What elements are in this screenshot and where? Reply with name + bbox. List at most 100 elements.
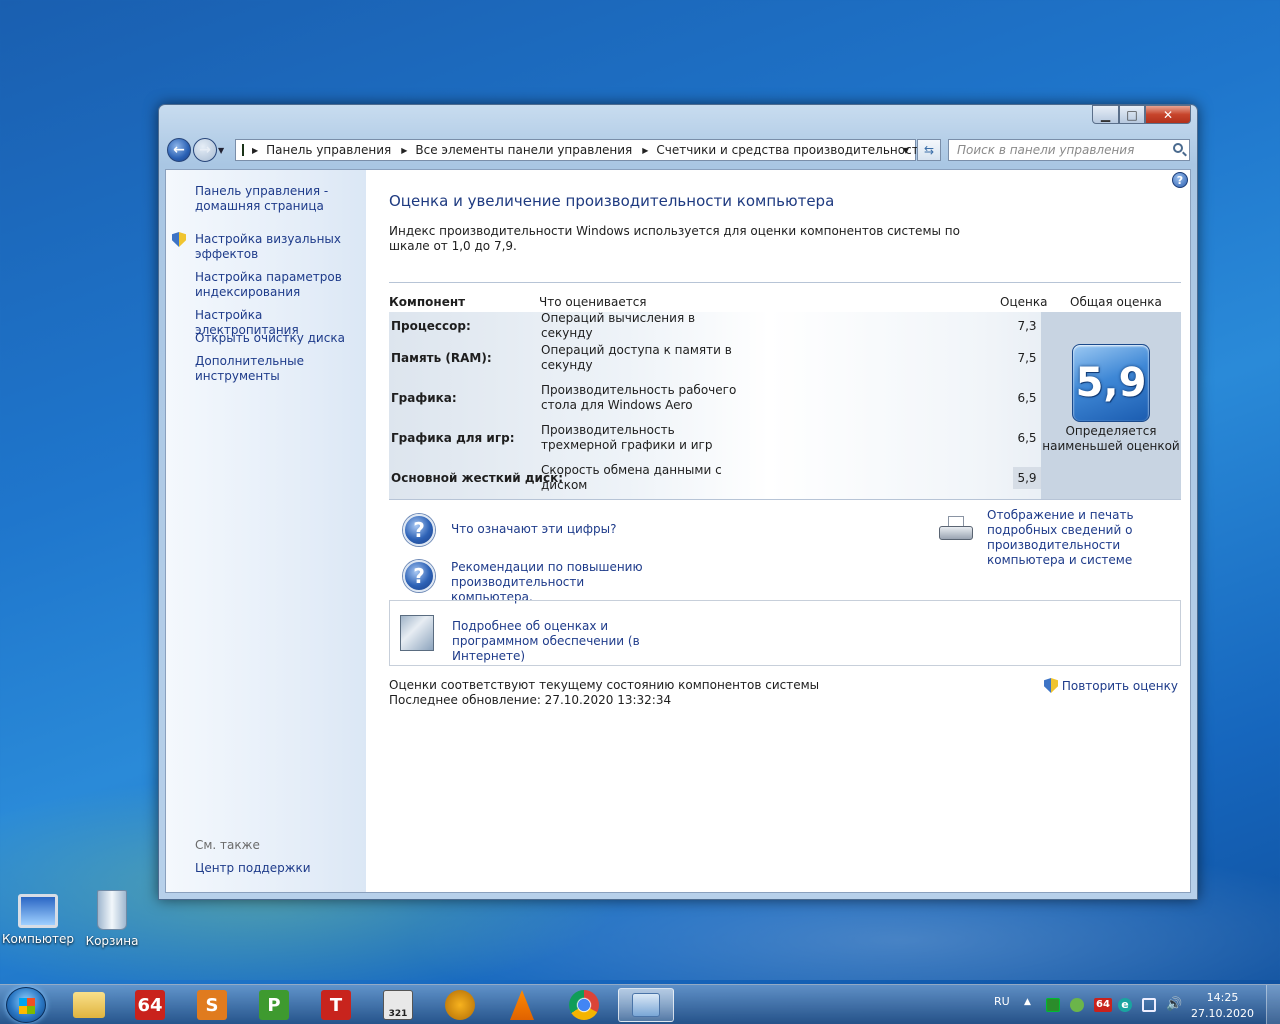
sidebar-item-home[interactable]: Панель управления - домашняя страница [195, 184, 355, 214]
breadcrumb-arrow-icon[interactable]: ▶ [252, 146, 258, 155]
component-metric: Операций вычисления в секунду [541, 311, 696, 340]
uac-shield-icon [172, 232, 186, 247]
taskbar-explorer[interactable] [61, 988, 117, 1022]
component-name: Процессор: [391, 319, 471, 333]
overall-score-panel: 5,9 Определяется наименьшей оценкой [1041, 312, 1181, 500]
clock[interactable]: 14:25 27.10.2020 [1191, 990, 1254, 1022]
language-indicator[interactable]: RU [994, 995, 1010, 1008]
rerun-assessment-label: Повторить оценку [1061, 679, 1178, 693]
action-center-flag-icon[interactable] [1142, 998, 1156, 1012]
app-t-icon: T [321, 990, 351, 1020]
desktop-icon-computer[interactable]: Компьютер [0, 890, 76, 946]
online-info-link[interactable]: Подробнее об оценках и программном обесп… [452, 619, 692, 664]
security-icon[interactable] [1070, 998, 1084, 1012]
online-info-box: Подробнее об оценках и программном обесп… [389, 600, 1181, 666]
component-score: 7,3 [1017, 319, 1037, 333]
last-update: Последнее обновление: 27.10.2020 13:32:3… [389, 693, 672, 707]
breadcrumb-control-panel[interactable]: Панель управления [266, 143, 391, 157]
address-dropdown-icon[interactable]: ▼ [903, 146, 909, 155]
close-button[interactable]: ✕ [1145, 105, 1191, 124]
sidebar-item-label: Открыть очистку диска [195, 331, 345, 345]
tips-link[interactable]: Рекомендации по повышению производительн… [451, 560, 661, 605]
aida64-tray-icon[interactable]: 64 [1094, 998, 1112, 1012]
taskbar-media-321[interactable]: 321 [370, 988, 426, 1022]
app-s-icon: S [197, 990, 227, 1020]
computer-icon [18, 894, 58, 928]
sidebar-item-advanced-tools[interactable]: Дополнительные инструменты [195, 354, 355, 384]
clock-date: 27.10.2020 [1191, 1007, 1254, 1020]
breadcrumb-arrow-icon[interactable]: ▶ [642, 146, 648, 155]
component-name: Графика: [391, 391, 457, 405]
network-activity-icon[interactable] [1046, 998, 1060, 1012]
tray-expand-icon[interactable]: ▲ [1024, 997, 1031, 1007]
see-also-heading: См. также [195, 838, 260, 852]
sidebar-item-visual-effects[interactable]: Настройка визуальных эффектов [172, 232, 355, 262]
taskbar-aida64[interactable]: 64 [122, 988, 178, 1022]
taskbar-app-t[interactable]: T [308, 988, 364, 1022]
refresh-button[interactable]: ⇆ [917, 139, 941, 161]
breadcrumb-performance[interactable]: Счетчики и средства производительности [656, 143, 926, 157]
component-metric: Производительность трехмерной графики и … [541, 423, 713, 452]
performance-icon [632, 993, 660, 1017]
sidebar-item-disk-cleanup[interactable]: Открыть очистку диска [195, 331, 355, 346]
desktop-icon-label: Компьютер [2, 932, 74, 946]
aida64-icon: 64 [135, 990, 165, 1020]
breadcrumb-all-items[interactable]: Все элементы панели управления [415, 143, 632, 157]
address-bar[interactable]: ▶ Панель управления ▶ Все элементы панел… [235, 139, 927, 161]
overall-score-badge: 5,9 [1072, 344, 1150, 422]
intro-text: Индекс производительности Windows исполь… [389, 224, 960, 253]
component-name: Основной жесткий диск: [391, 471, 564, 485]
back-button[interactable]: ← [167, 138, 191, 162]
tray-e-icon[interactable]: e [1118, 998, 1132, 1012]
desktop-icon-recycle-bin[interactable]: Корзина [74, 890, 150, 948]
print-details-link[interactable]: Отображение и печать подробных сведений … [987, 508, 1183, 568]
sidebar-item-action-center[interactable]: Центр поддержки [195, 861, 355, 876]
component-metric: Производительность рабочего стола для Wi… [541, 383, 737, 412]
uac-shield-icon [1044, 678, 1059, 693]
control-panel-icon [242, 144, 244, 156]
start-button[interactable] [6, 987, 46, 1023]
table-row: Основной жесткий диск: Скорость обмена д… [389, 458, 1041, 498]
main-panel: ? Оценка и увеличение производительности… [389, 170, 1190, 892]
forward-button[interactable]: → [193, 138, 217, 162]
taskbar-aimp[interactable] [432, 988, 488, 1022]
question-icon: ? [403, 560, 435, 592]
score-table: Компонент Что оценивается Оценка Общая о… [389, 282, 1181, 500]
taskbar-app-p[interactable]: P [246, 988, 302, 1022]
component-score: 7,5 [1017, 351, 1037, 365]
volume-icon[interactable]: 🔊 [1166, 998, 1182, 1012]
vlc-cone-icon [510, 990, 534, 1020]
what-numbers-link[interactable]: Что означают эти цифры? [451, 522, 617, 536]
component-score: 6,5 [1017, 431, 1037, 445]
rerun-assessment-button[interactable]: Повторить оценку [1044, 678, 1178, 693]
sidebar-item-label: Настройка визуальных эффектов [195, 232, 342, 261]
sidebar-item-indexing[interactable]: Настройка параметров индексирования [195, 270, 355, 300]
sidebar-item-label: Настройка параметров индексирования [195, 270, 342, 299]
taskbar: 64 S P T 321 RU ▲ 64 e 🔊 14:25 27.10.202… [0, 984, 1280, 1024]
minimize-button[interactable]: ▁ [1092, 105, 1119, 124]
breadcrumb-arrow-icon[interactable]: ▶ [401, 146, 407, 155]
clock-time: 14:25 [1206, 991, 1239, 1004]
component-metric: Скорость обмена данными с диском [541, 463, 722, 492]
desktop-icon-label: Корзина [85, 934, 139, 948]
taskbar-app-s[interactable]: S [184, 988, 240, 1022]
recycle-bin-icon [97, 890, 127, 930]
show-desktop-button[interactable] [1266, 985, 1280, 1024]
taskbar-vlc[interactable] [494, 988, 550, 1022]
search-placeholder: Поиск в панели управления [957, 143, 1135, 157]
clapperboard-icon: 321 [383, 990, 413, 1020]
sidebar: Панель управления - домашняя страница На… [166, 170, 366, 892]
history-dropdown-icon[interactable]: ▼ [218, 146, 224, 155]
chrome-icon [569, 990, 599, 1020]
printer-icon [939, 516, 973, 544]
component-metric: Операций доступа к памяти в секунду [541, 343, 732, 372]
window-content: Панель управления - домашняя страница На… [165, 169, 1191, 893]
component-name: Память (RAM): [391, 351, 492, 365]
maximize-button[interactable]: □ [1119, 105, 1145, 124]
search-icon[interactable] [1173, 143, 1183, 153]
taskbar-chrome[interactable] [556, 988, 612, 1022]
help-icon[interactable]: ? [1172, 172, 1188, 188]
taskbar-performance-window[interactable] [618, 988, 674, 1022]
search-input[interactable]: Поиск в панели управления [948, 139, 1190, 161]
table-row: Графика: Производительность рабочего сто… [389, 378, 1041, 418]
